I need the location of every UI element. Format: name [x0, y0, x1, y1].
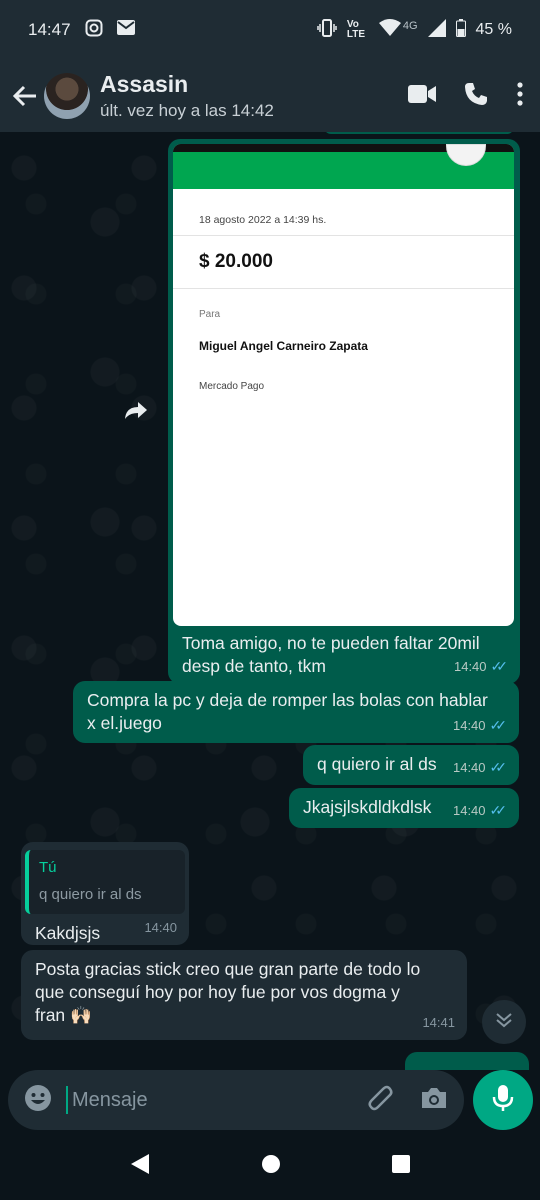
mail-icon: [116, 20, 135, 40]
quoted-message[interactable]: Tú q quiero ir al ds: [25, 850, 185, 914]
nav-home-icon[interactable]: [261, 1154, 281, 1179]
battery-icon: [455, 19, 466, 41]
instagram-icon: [85, 19, 103, 42]
read-ticks-icon: ✓✓: [490, 658, 509, 674]
message-text: q quiero ir al ds: [317, 754, 437, 774]
message-input[interactable]: [66, 1086, 366, 1114]
contact-info[interactable]: Assasin últ. vez hoy a las 14:42: [100, 71, 274, 121]
message-time: 14:40 ✓✓: [453, 756, 507, 779]
message-input-pill: [8, 1070, 464, 1130]
back-arrow-icon[interactable]: [12, 83, 38, 109]
mic-button[interactable]: [473, 1070, 533, 1130]
vibrate-icon: [317, 19, 337, 41]
read-ticks-icon: ✓✓: [489, 802, 508, 818]
mic-icon: [492, 1084, 514, 1117]
battery-level: 45 %: [475, 21, 512, 38]
message-text: Compra la pc y deja de romper las bolas …: [87, 690, 488, 733]
message-bubble[interactable]: Tú q quiero ir al ds Kakdjsjs 14:40: [21, 842, 189, 945]
network-label: 4G: [402, 20, 418, 32]
quote-author: Tú: [39, 859, 57, 876]
receipt-amount: $ 20.000: [173, 236, 514, 289]
forward-icon[interactable]: [118, 392, 154, 428]
message-text: Kakdjsjs: [35, 923, 101, 943]
camera-icon[interactable]: [420, 1086, 448, 1115]
next-message-edge: [405, 1052, 529, 1070]
message-time: 14:40 ✓✓: [454, 655, 508, 678]
receipt-date: 18 agosto 2022 a 14:39 hs.: [173, 189, 514, 236]
message-time: 14:40 ✓✓: [453, 714, 507, 737]
quote-text: q quiero ir al ds: [39, 886, 142, 903]
message-time: 14:40 ✓✓: [453, 799, 507, 822]
receipt-provider: Mercado Pago: [199, 381, 265, 392]
check-badge-icon: [446, 144, 486, 166]
status-time: 14:47: [28, 20, 71, 39]
phone-icon[interactable]: [464, 82, 488, 111]
receipt-header: [173, 144, 514, 189]
message-text: Jkajsjlskdldkdlsk: [303, 797, 432, 817]
message-bubble[interactable]: Jkajsjlskdldkdlsk 14:40 ✓✓: [289, 788, 519, 828]
status-bar: 14:47 Vo LTE 4G 45 %: [0, 0, 540, 60]
signal-icon: [427, 19, 446, 41]
message-text: Posta gracias stick creo que gran parte …: [35, 959, 421, 1025]
payment-receipt-image[interactable]: 18 agosto 2022 a 14:39 hs. $ 20.000 Para…: [173, 144, 514, 626]
prev-message-edge: [324, 132, 514, 134]
contact-name: Assasin: [100, 71, 189, 97]
volte-label: Vo LTE: [346, 19, 365, 40]
read-ticks-icon: ✓✓: [489, 759, 508, 775]
message-time: 14:40: [144, 920, 177, 935]
wifi-icon: [378, 19, 401, 41]
avatar[interactable]: [44, 73, 90, 119]
more-vert-icon[interactable]: [516, 81, 524, 111]
scroll-down-button[interactable]: [482, 1000, 526, 1044]
nav-back-icon[interactable]: [129, 1153, 151, 1180]
receipt-para-label: Para: [199, 309, 221, 320]
chevron-down-icon: [495, 1012, 513, 1033]
read-ticks-icon: ✓✓: [489, 717, 508, 733]
message-bubble[interactable]: Compra la pc y deja de romper las bolas …: [73, 681, 519, 743]
chat-header: Assasin últ. vez hoy a las 14:42: [0, 60, 540, 132]
image-caption: Toma amigo, no te pueden faltar 20mil de…: [182, 633, 480, 676]
emoji-icon[interactable]: [24, 1084, 52, 1117]
message-bubble[interactable]: q quiero ir al ds 14:40 ✓✓: [303, 745, 519, 785]
composer: [0, 1070, 540, 1132]
message-bubble[interactable]: Posta gracias stick creo que gran parte …: [21, 950, 467, 1040]
system-nav-bar: [0, 1132, 540, 1200]
attach-icon[interactable]: [366, 1084, 394, 1117]
contact-last-seen: últ. vez hoy a las 14:42: [100, 101, 274, 120]
nav-recents-icon[interactable]: [391, 1154, 411, 1179]
video-call-icon[interactable]: [408, 84, 436, 109]
receipt-recipient: Miguel Angel Carneiro Zapata: [199, 339, 368, 353]
chat-area[interactable]: 18 agosto 2022 a 14:39 hs. $ 20.000 Para…: [0, 132, 540, 1070]
message-time: 14:41: [422, 1015, 455, 1030]
image-message[interactable]: 18 agosto 2022 a 14:39 hs. $ 20.000 Para…: [168, 139, 520, 684]
